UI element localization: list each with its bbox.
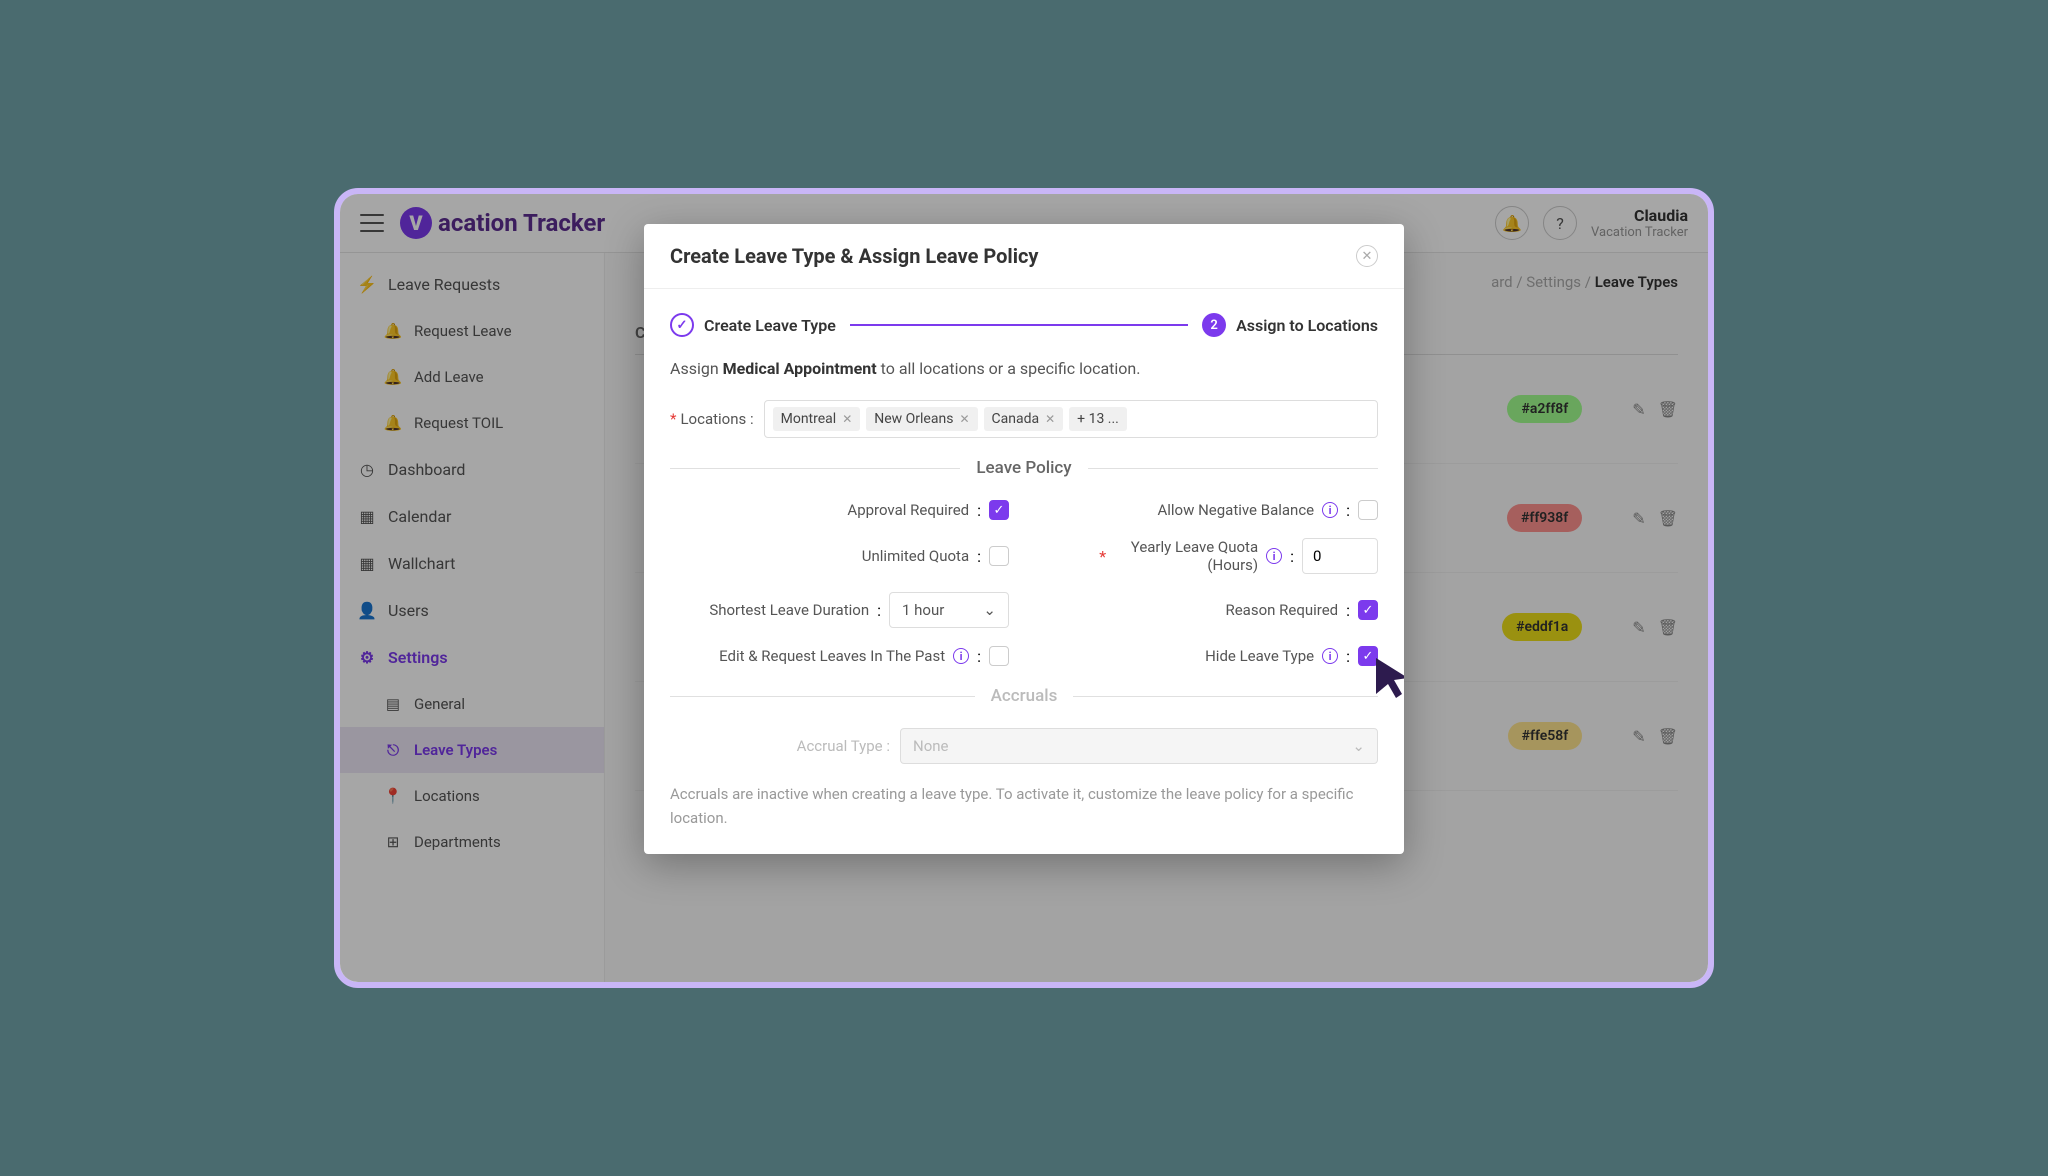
info-icon[interactable]: i <box>1322 648 1338 664</box>
wizard-steps: ✓ Create Leave Type 2 Assign to Location… <box>670 313 1378 337</box>
location-tag[interactable]: New Orleans ✕ <box>866 407 977 431</box>
shortest-duration-label: Shortest Leave Duration <box>709 601 869 619</box>
create-leave-type-modal: Create Leave Type & Assign Leave Policy … <box>644 224 1404 854</box>
hide-leave-checkbox[interactable]: ✓ <box>1358 646 1378 666</box>
yearly-quota-label: Yearly Leave Quota (Hours) <box>1118 538 1258 574</box>
locations-label: *Locations : <box>670 410 754 428</box>
allow-negative-label: Allow Negative Balance <box>1157 501 1314 519</box>
step-1[interactable]: ✓ Create Leave Type <box>670 313 836 337</box>
accrual-type-select: None ⌄ <box>900 728 1378 764</box>
info-icon[interactable]: i <box>1266 548 1282 564</box>
reason-required-checkbox[interactable]: ✓ <box>1358 600 1378 620</box>
accrual-note: Accruals are inactive when creating a le… <box>670 782 1378 830</box>
yearly-quota-input[interactable] <box>1302 538 1378 574</box>
shortest-duration-select[interactable]: 1 hour ⌄ <box>889 592 1009 628</box>
unlimited-quota-label: Unlimited Quota <box>862 547 969 565</box>
accruals-heading: Accruals <box>670 686 1378 706</box>
check-icon: ✓ <box>670 313 694 337</box>
edit-past-label: Edit & Request Leaves In The Past <box>719 647 945 665</box>
assign-description: Assign Medical Appointment to all locati… <box>670 359 1378 378</box>
allow-negative-checkbox[interactable] <box>1358 500 1378 520</box>
accrual-type-label: Accrual Type : <box>670 737 890 755</box>
modal-overlay: Create Leave Type & Assign Leave Policy … <box>340 194 1708 982</box>
reason-required-label: Reason Required <box>1225 601 1338 619</box>
leave-policy-heading: Leave Policy <box>670 458 1378 478</box>
unlimited-quota-checkbox[interactable] <box>989 546 1009 566</box>
hide-leave-label: Hide Leave Type <box>1205 647 1314 665</box>
info-icon[interactable]: i <box>953 648 969 664</box>
remove-tag-icon[interactable]: ✕ <box>1045 412 1055 426</box>
chevron-down-icon: ⌄ <box>983 601 996 619</box>
step-2[interactable]: 2 Assign to Locations <box>1202 313 1378 337</box>
info-icon[interactable]: i <box>1322 502 1338 518</box>
remove-tag-icon[interactable]: ✕ <box>842 412 852 426</box>
modal-title: Create Leave Type & Assign Leave Policy <box>670 244 1039 268</box>
chevron-down-icon: ⌄ <box>1352 737 1365 755</box>
remove-tag-icon[interactable]: ✕ <box>959 412 969 426</box>
approval-required-label: Approval Required <box>847 501 969 519</box>
edit-past-checkbox[interactable] <box>989 646 1009 666</box>
approval-required-checkbox[interactable]: ✓ <box>989 500 1009 520</box>
location-tag[interactable]: Canada ✕ <box>984 407 1064 431</box>
location-tag[interactable]: Montreal ✕ <box>773 407 861 431</box>
locations-select[interactable]: Montreal ✕New Orleans ✕ Canada ✕+ 13 ... <box>764 400 1378 438</box>
step-connector <box>850 324 1188 326</box>
close-icon[interactable]: ✕ <box>1356 245 1378 267</box>
location-tag-more[interactable]: + 13 ... <box>1069 407 1127 431</box>
